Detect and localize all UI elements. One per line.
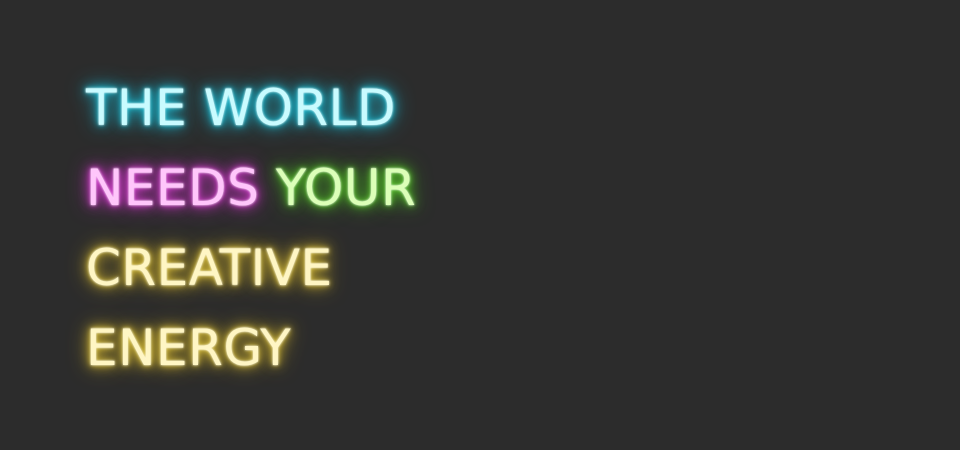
neon-text-block: THE WORLD NEEDS YOUR CREATIVE ENERGY — [86, 68, 416, 388]
neon-line-needs-your: NEEDS YOUR — [86, 148, 416, 228]
neon-line-creative: CREATIVE — [86, 239, 333, 297]
neon-word-needs: NEEDS — [86, 159, 260, 217]
neon-line-the-world: THE WORLD — [86, 79, 397, 137]
neon-line-energy: ENERGY — [86, 319, 292, 377]
neon-banner: THE WORLD NEEDS YOUR CREATIVE ENERGY — [0, 0, 960, 450]
neon-word-your: YOUR — [275, 159, 417, 217]
